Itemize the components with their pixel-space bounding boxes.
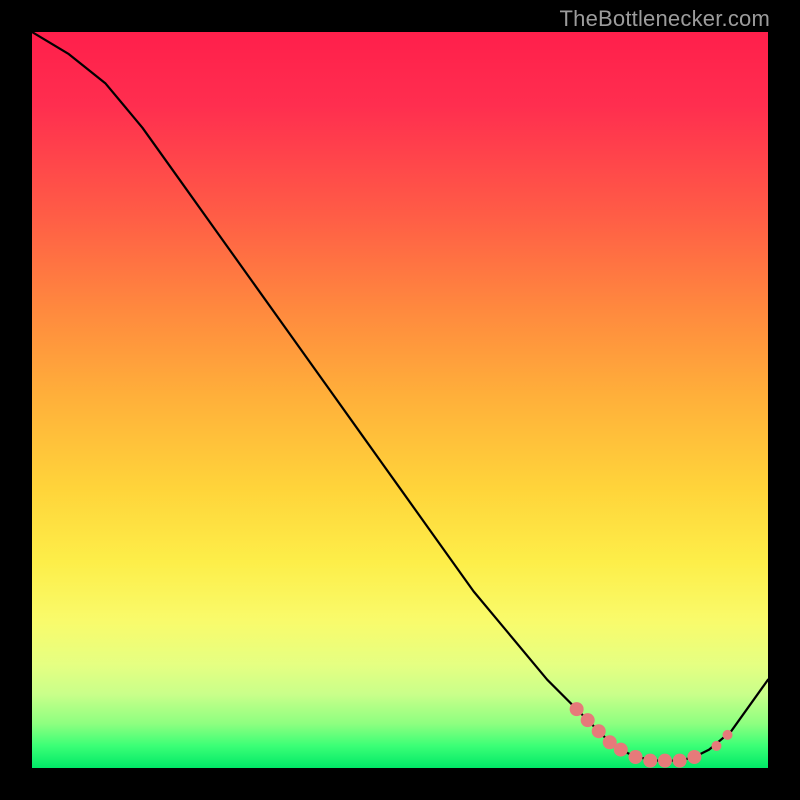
- marker-point: [614, 743, 628, 757]
- watermark-text: TheBottlenecker.com: [560, 6, 770, 32]
- chart-svg: [32, 32, 768, 768]
- marker-point: [570, 702, 584, 716]
- marker-point: [581, 713, 595, 727]
- marker-point: [629, 750, 643, 764]
- plot-area: [32, 32, 768, 768]
- marker-cluster: [570, 702, 733, 768]
- bottleneck-curve: [32, 32, 768, 761]
- marker-point: [658, 754, 672, 768]
- chart-stage: TheBottlenecker.com: [0, 0, 800, 800]
- marker-point: [711, 741, 721, 751]
- marker-point: [643, 754, 657, 768]
- marker-point: [673, 754, 687, 768]
- marker-point: [687, 750, 701, 764]
- marker-point: [723, 730, 733, 740]
- marker-point: [592, 724, 606, 738]
